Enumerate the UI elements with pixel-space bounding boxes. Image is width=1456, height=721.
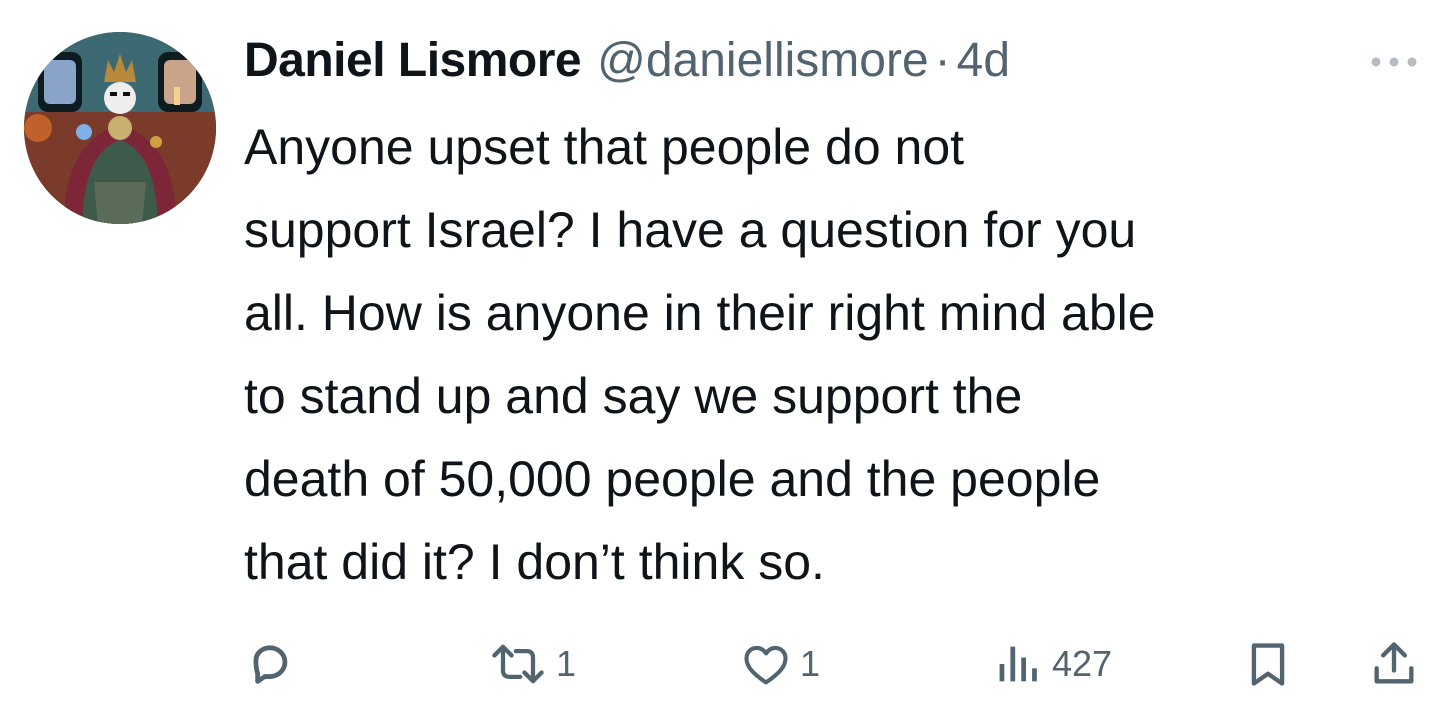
header-separator: · [934,33,951,87]
retweet-button[interactable]: 1 [488,636,576,692]
views-count: 427 [1052,643,1113,684]
tweet-header: Daniel Lismore @daniellismore · 4d [244,28,1010,92]
bookmark-button[interactable] [1242,636,1294,692]
tweet[interactable]: Daniel Lismore @daniellismore · 4d Anyon… [0,0,1456,721]
heart-icon [744,645,788,685]
share-icon [1374,642,1414,684]
more-options-button[interactable] [1362,42,1426,82]
more-icon [1371,57,1417,67]
bookmark-icon [1251,643,1285,686]
retweet-icon [492,644,544,684]
tweet-text: Anyone upset that people do not support … [244,119,1156,590]
tweet-actions: 1 1 427 [244,636,1426,692]
like-count: 1 [800,643,821,684]
author-handle[interactable]: @daniellismore [597,33,929,88]
retweet-count: 1 [556,643,577,684]
avatar-image [24,32,216,224]
views-button[interactable]: 427 [992,636,1112,692]
reply-button[interactable] [244,636,304,692]
like-button[interactable]: 1 [740,636,820,692]
reply-icon [253,645,288,684]
author-avatar[interactable] [24,32,216,224]
views-icon [999,646,1037,682]
share-button[interactable] [1368,636,1420,692]
author-display-name[interactable]: Daniel Lismore [244,33,582,88]
tweet-timestamp[interactable]: 4d [957,33,1010,88]
